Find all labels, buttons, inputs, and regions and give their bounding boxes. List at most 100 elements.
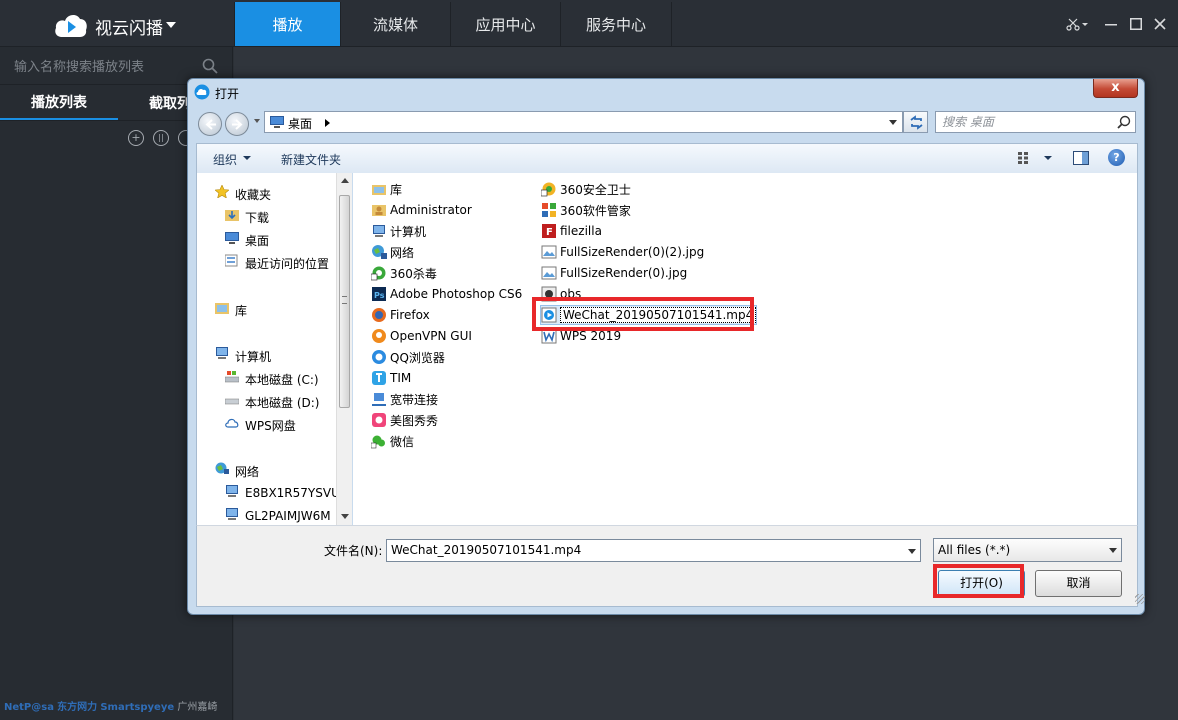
list-item[interactable]: 宽带连接	[371, 390, 438, 408]
tab-app-center[interactable]: 应用中心	[450, 2, 560, 46]
dialog-search-input[interactable]	[942, 114, 1112, 130]
firefox-icon	[372, 308, 386, 322]
nav-drive-c[interactable]: 本地磁盘 (C:)	[245, 371, 319, 388]
tab-play[interactable]: 播放	[234, 2, 340, 46]
sort-icon[interactable]: ||	[153, 130, 169, 146]
refresh-button[interactable]	[903, 111, 928, 133]
list-item[interactable]: 360杀毒	[371, 264, 437, 282]
list-item[interactable]: Ffilezilla	[541, 222, 602, 240]
list-item[interactable]: 360软件管家	[541, 201, 631, 219]
list-item[interactable]: 美图秀秀	[371, 411, 438, 429]
scroll-thumb[interactable]	[339, 195, 350, 408]
nav-net-pc2[interactable]: GL2PAIMJW6M	[245, 509, 331, 523]
arrow-right-icon	[232, 119, 243, 130]
list-item-selected[interactable]: WeChat_20190507101541.mp4	[539, 305, 758, 325]
nav-computer[interactable]: 计算机	[235, 348, 271, 365]
tab-play-label: 播放	[272, 15, 303, 34]
file-list-pane: 库 Administrator 计算机 网络 360杀毒 Ps Adobe Pho…	[353, 173, 1138, 525]
nav-desktop[interactable]: 桌面	[245, 232, 269, 249]
search-icon[interactable]	[1117, 115, 1131, 129]
help-icon[interactable]: ?	[1108, 149, 1125, 166]
add-icon[interactable]: +	[128, 130, 144, 146]
drive-icon	[225, 398, 239, 405]
organize-button[interactable]: 组织	[213, 151, 237, 168]
list-item[interactable]: obs	[541, 285, 581, 303]
nav-network[interactable]: 网络	[235, 463, 259, 480]
list-item[interactable]: Ps Adobe Photoshop CS6	[371, 285, 522, 303]
list-item[interactable]: WPS 2019	[541, 327, 621, 345]
view-caret-icon[interactable]	[1044, 156, 1052, 160]
address-dropdown-icon[interactable]	[889, 120, 897, 125]
address-bar[interactable]: 桌面	[264, 111, 903, 133]
app-titlebar: 视云闪播 播放 流媒体 应用中心 服务中心	[0, 0, 1178, 47]
list-item[interactable]: OpenVPN GUI	[371, 327, 472, 345]
tab-service-center[interactable]: 服务中心	[560, 2, 672, 46]
nav-libraries[interactable]: 库	[235, 302, 247, 319]
tab-streaming[interactable]: 流媒体	[340, 2, 450, 46]
desktop-icon	[225, 232, 239, 244]
tab-playlist-label: 播放列表	[31, 94, 87, 111]
cloud-drive-icon	[225, 418, 239, 428]
list-item[interactable]: QQ浏览器	[371, 348, 445, 366]
filename-dropdown-icon[interactable]	[908, 549, 916, 554]
app-title[interactable]: 视云闪播	[95, 14, 163, 39]
nav-recent[interactable]: 最近访问的位置	[245, 255, 329, 272]
footer-brand: NetP@sa 东方网力 Smartspyeye 广州嘉崎	[4, 698, 217, 713]
maximize-icon[interactable]	[1130, 18, 1142, 30]
list-item[interactable]: Firefox	[371, 306, 430, 324]
list-item[interactable]: 微信	[371, 432, 414, 450]
nav-drive-d[interactable]: 本地磁盘 (D:)	[245, 394, 319, 411]
minimize-icon[interactable]	[1105, 24, 1117, 26]
back-button[interactable]	[198, 112, 222, 136]
scroll-up-icon[interactable]	[341, 178, 349, 183]
history-dropdown-icon[interactable]	[254, 119, 260, 123]
new-folder-button[interactable]: 新建文件夹	[281, 151, 341, 168]
scroll-down-icon[interactable]	[341, 514, 349, 519]
file-label: 宽带连接	[390, 392, 439, 407]
nav-favorites[interactable]: 收藏夹	[235, 186, 271, 203]
organize-caret-icon[interactable]	[243, 156, 251, 160]
list-item[interactable]: TIM	[371, 369, 411, 387]
playlist-search-input[interactable]	[14, 57, 194, 77]
skin-scissors-icon[interactable]	[1066, 17, 1088, 31]
nav-wps-disk[interactable]: WPS网盘	[245, 417, 296, 434]
arrow-left-icon	[205, 119, 216, 130]
view-options-icon[interactable]	[1017, 151, 1033, 165]
dialog-close-button[interactable]: x	[1093, 79, 1138, 98]
list-item[interactable]: 网络	[371, 243, 414, 261]
file-label: 360安全卫士	[560, 182, 631, 197]
tab-clip-list[interactable]: 截取列	[118, 85, 198, 120]
open-button[interactable]: 打开(O)	[938, 570, 1025, 597]
360-security-icon	[541, 182, 556, 197]
list-item[interactable]: 库	[371, 180, 402, 198]
list-item[interactable]: FullSizeRender(0)(2).jpg	[541, 243, 704, 261]
file-label: filezilla	[560, 224, 602, 238]
cancel-button[interactable]: 取消	[1035, 570, 1122, 597]
search-icon[interactable]	[202, 58, 218, 74]
forward-button[interactable]	[225, 112, 249, 136]
tab-playlist[interactable]: 播放列表	[0, 85, 118, 120]
list-item[interactable]: Administrator	[371, 201, 472, 219]
resize-grip-icon[interactable]	[1135, 594, 1145, 604]
nav-scrollbar[interactable]	[336, 173, 352, 525]
app-menu-caret-icon[interactable]	[166, 22, 176, 28]
list-item[interactable]: 计算机	[371, 222, 426, 240]
video-file-icon	[541, 307, 557, 323]
file-label: Adobe Photoshop CS6	[390, 287, 523, 301]
network-icon	[215, 462, 229, 474]
filetype-dropdown-icon[interactable]	[1109, 548, 1117, 553]
close-icon[interactable]	[1154, 18, 1166, 30]
filename-input[interactable]: WeChat_20190507101541.mp4	[386, 539, 921, 562]
list-item[interactable]: 360安全卫士	[541, 180, 631, 198]
dialog-title: 打开	[215, 87, 240, 101]
brand-jiaqi: 广州嘉崎	[177, 702, 218, 713]
tab-app-center-label: 应用中心	[475, 15, 536, 34]
nav-net-pc1[interactable]: E8BX1R57YSVU	[245, 486, 340, 500]
file-label: 美图秀秀	[390, 413, 439, 428]
preview-pane-icon[interactable]	[1073, 150, 1089, 166]
list-item[interactable]: FullSizeRender(0).jpg	[541, 264, 687, 282]
filetype-select[interactable]: All files (*.*)	[933, 538, 1122, 562]
open-file-dialog: 打开 x 桌面 组织 新建文件夹 ? 收藏夹 下载 桌面 最近访问的位置 库	[187, 78, 1145, 615]
breadcrumb-chevron-icon[interactable]	[325, 119, 330, 127]
nav-downloads[interactable]: 下载	[245, 209, 269, 226]
